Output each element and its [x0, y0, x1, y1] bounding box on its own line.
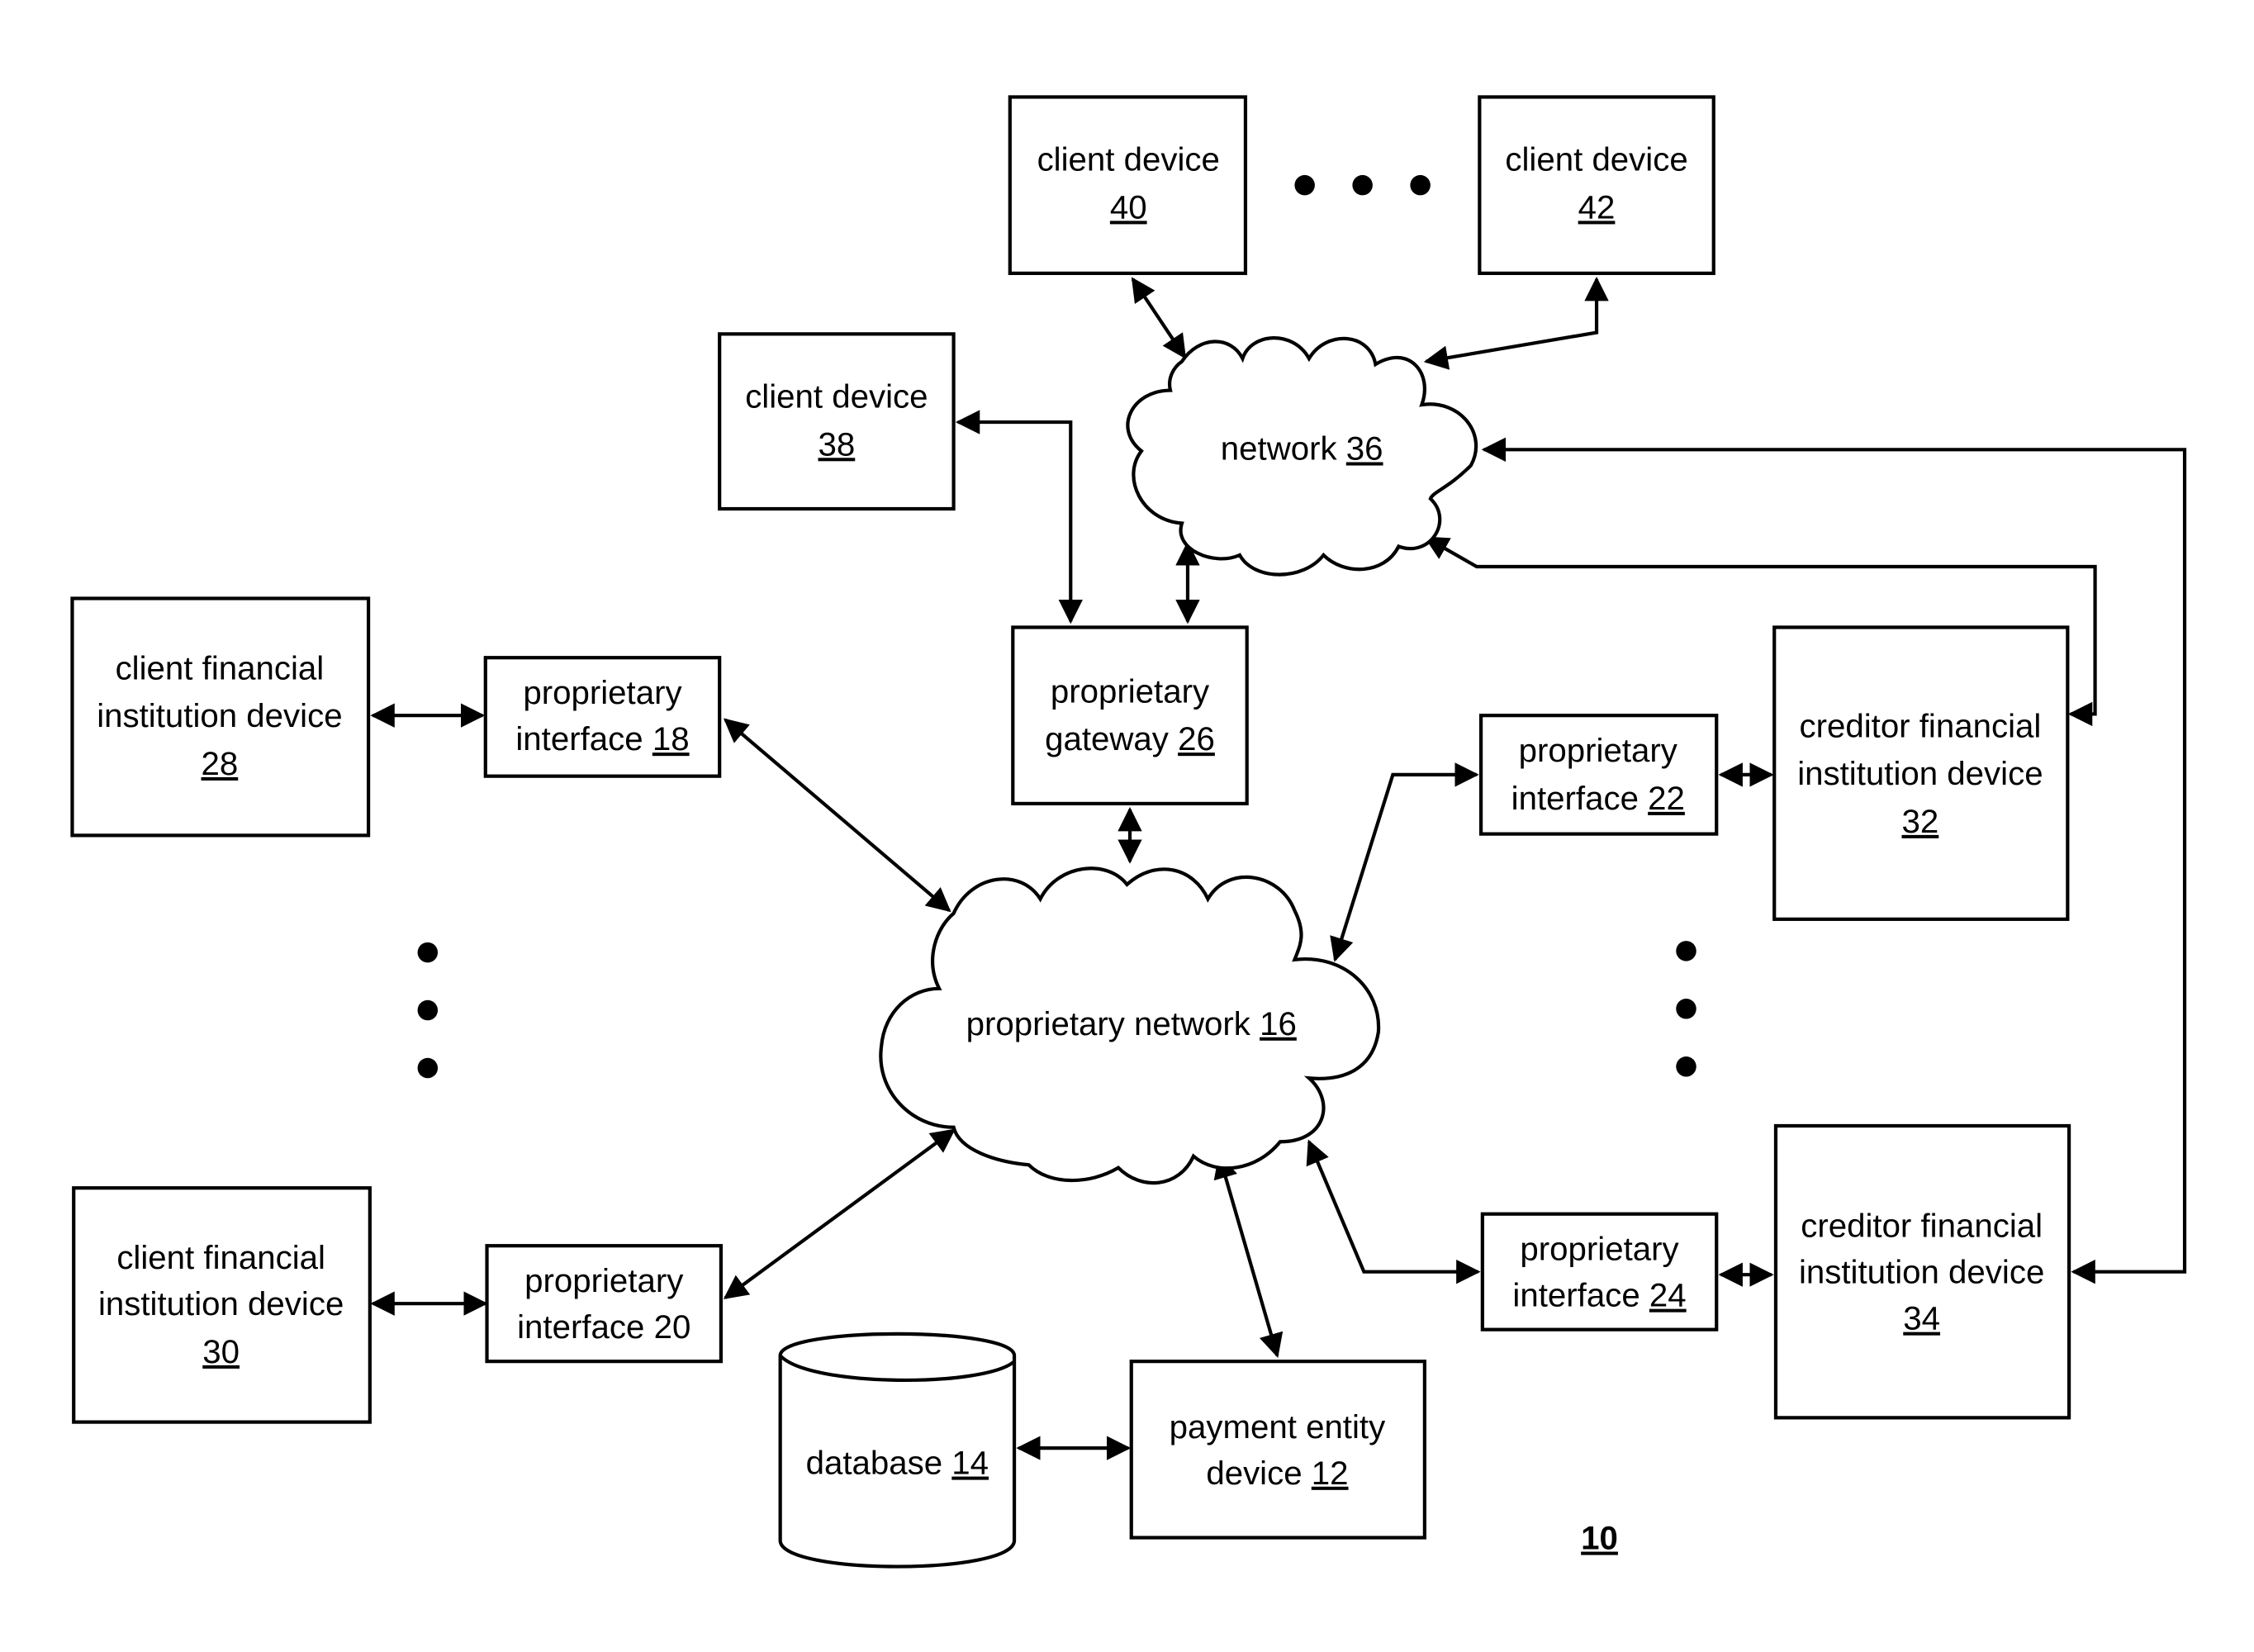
svg-text:interface 24: interface 24: [1512, 1277, 1686, 1314]
link-20-16: [723, 1128, 956, 1299]
svg-text:40: 40: [1110, 188, 1147, 225]
svg-text:institution device: institution device: [98, 1285, 344, 1322]
svg-text:client device: client device: [1505, 141, 1687, 178]
svg-text:institution device: institution device: [1797, 755, 2043, 792]
proprietary-gateway-26: proprietary gateway 26: [1011, 625, 1249, 805]
creditor-financial-institution-device-32: creditor financial institution device 32: [1772, 625, 2070, 921]
link-40-36: [1131, 277, 1187, 359]
svg-text:gateway 26: gateway 26: [1045, 720, 1215, 757]
svg-text:client financial: client financial: [116, 1239, 325, 1276]
svg-text:interface 18: interface 18: [515, 720, 689, 757]
svg-text:42: 42: [1578, 188, 1616, 225]
svg-text:proprietary network 16: proprietary network 16: [966, 1005, 1297, 1042]
proprietary-interface-24: proprietary interface 24: [1480, 1212, 1719, 1332]
client-financial-institution-device-28: client financial institution device 28: [70, 596, 371, 838]
svg-text:payment entity: payment entity: [1170, 1408, 1386, 1446]
svg-text:interface 22: interface 22: [1511, 780, 1685, 817]
svg-text:creditor financial: creditor financial: [1799, 707, 2041, 744]
link-42-36: [1423, 276, 1609, 370]
svg-text:creditor financial: creditor financial: [1801, 1208, 2043, 1245]
client-device-40: client device 40: [1008, 95, 1248, 275]
svg-text:institution device: institution device: [1799, 1254, 2044, 1291]
ellipsis-right: [1676, 941, 1696, 1077]
proprietary-interface-22: proprietary interface 22: [1478, 714, 1719, 836]
svg-text:client device: client device: [1037, 141, 1220, 178]
svg-text:client financial: client financial: [116, 649, 325, 686]
system-diagram: client device 40 client device 42 client…: [70, 95, 2187, 1569]
svg-text:28: 28: [202, 745, 239, 782]
svg-text:proprietary: proprietary: [1519, 732, 1678, 769]
svg-text:38: 38: [819, 425, 856, 463]
svg-text:network 36: network 36: [1221, 430, 1383, 468]
database-14: database 14: [778, 1332, 1017, 1569]
svg-text:proprietary: proprietary: [1051, 672, 1210, 710]
client-financial-institution-device-30: client financial institution device 30: [72, 1186, 372, 1424]
svg-text:34: 34: [1903, 1300, 1940, 1337]
svg-text:proprietary: proprietary: [1520, 1231, 1679, 1268]
ellipsis-left: [417, 942, 439, 1079]
link-16-24: [1306, 1139, 1481, 1284]
svg-text:client device: client device: [745, 378, 928, 415]
client-device-38: client device 38: [718, 332, 956, 511]
payment-entity-device-12: payment entity device 12: [1129, 1360, 1426, 1540]
link-38-26: [955, 410, 1083, 624]
link-16-22: [1330, 762, 1479, 962]
proprietary-network-16: proprietary network 16: [879, 866, 1381, 1185]
svg-text:interface 20: interface 20: [517, 1308, 690, 1346]
link-16-12: [1213, 1153, 1284, 1358]
client-device-42: client device 42: [1478, 95, 1715, 275]
ellipsis-top: [1294, 174, 1431, 196]
proprietary-interface-18: proprietary interface 18: [483, 656, 722, 778]
svg-text:database 14: database 14: [806, 1445, 989, 1482]
svg-text:institution device: institution device: [97, 697, 342, 734]
link-18-16: [723, 718, 951, 913]
figure-reference-number: 10: [1581, 1520, 1618, 1557]
svg-text:30: 30: [202, 1333, 240, 1370]
network-36: network 36: [1126, 336, 1478, 577]
creditor-financial-institution-device-34: creditor financial institution device 34: [1773, 1123, 2071, 1420]
svg-text:device 12: device 12: [1206, 1455, 1348, 1492]
svg-text:proprietary: proprietary: [524, 1262, 684, 1299]
svg-text:proprietary: proprietary: [523, 674, 682, 711]
proprietary-interface-20: proprietary interface 20: [485, 1244, 724, 1364]
svg-text:32: 32: [1902, 803, 1939, 840]
